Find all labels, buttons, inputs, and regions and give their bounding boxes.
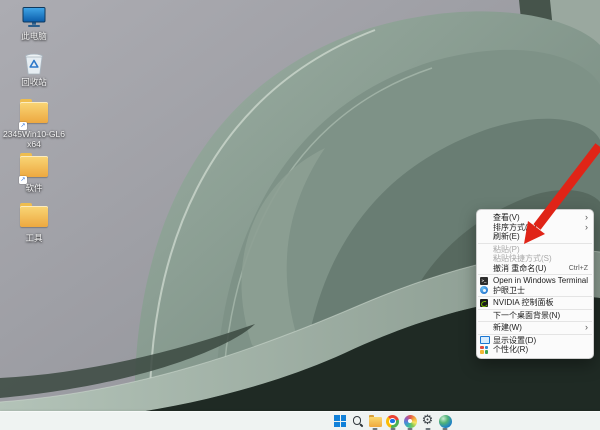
taskbar-icons: ⚙ [333, 414, 452, 429]
menu-item-personalize[interactable]: 个性化(R) [477, 345, 593, 355]
desktop-icon-recycle-bin[interactable]: 回收站 [3, 50, 65, 88]
taskbar-settings-button[interactable]: ⚙ [421, 414, 435, 429]
submenu-arrow-icon: › [585, 213, 588, 222]
start-icon-part [334, 422, 340, 428]
menu-item-eye-protect[interactable]: 护眼卫士 [477, 286, 593, 296]
desktop-icon-label: 回收站 [3, 78, 65, 88]
desktop-icons: 此电脑回收站↗2345Win10-GL6x64↗软件工具 [0, 0, 80, 400]
desktop-icon-folder-tools[interactable]: 工具 [3, 202, 65, 244]
nvidia-icon-part [480, 299, 488, 307]
personalize-icon-part [480, 350, 484, 354]
start-icon-part [334, 415, 340, 421]
folder-icon [369, 415, 382, 428]
menu-item-next-desktop-background[interactable]: 下一个桌面背景(N) [477, 311, 593, 321]
desktop-icon-this-pc[interactable]: 此电脑 [3, 4, 65, 42]
personalize-icon-part [480, 346, 488, 354]
folder-icon-part [369, 417, 382, 428]
folder-icon [20, 206, 48, 232]
shortcut-overlay-icon: ↗ [19, 176, 27, 184]
terminal-icon-part: >_ [480, 277, 488, 285]
nvidia-icon [480, 299, 493, 307]
desktop-icon-folder-soft[interactable]: ↗软件 [3, 152, 65, 194]
taskbar-edge-button[interactable] [438, 414, 452, 429]
menu-item-refresh[interactable]: 刷新(E) [477, 232, 593, 242]
desktop[interactable]: 此电脑回收站↗2345Win10-GL6x64↗软件工具 查看(V)›排序方式(… [0, 0, 600, 430]
taskbar-start-button[interactable] [333, 414, 347, 429]
folder-icon: ↗ [20, 102, 48, 128]
context-menu: 查看(V)›排序方式(O)›刷新(E)粘贴(P)粘贴快捷方式(S)撤消 重命名(… [476, 209, 594, 359]
gear-icon: ⚙ [422, 414, 434, 428]
taskbar-photos-button[interactable] [403, 414, 417, 429]
personalize-icon [480, 346, 493, 354]
photos-icon-part [404, 415, 417, 428]
folder-icon-part [20, 102, 48, 123]
menu-item-label: 新建(W) [493, 322, 581, 333]
menu-item-new[interactable]: 新建(W) › [477, 323, 593, 333]
display-icon [480, 336, 493, 344]
desktop-icon-label: 软件 [3, 184, 65, 194]
chrome-icon [386, 415, 399, 428]
submenu-arrow-icon: › [585, 323, 588, 332]
shortcut-overlay-icon: ↗ [19, 122, 27, 130]
taskbar-file-explorer-button[interactable] [368, 414, 382, 429]
menu-item-nvidia-control-panel[interactable]: NVIDIA 控制面板 [477, 298, 593, 308]
folder-icon: ↗ [20, 156, 48, 182]
terminal-icon: >_ [480, 277, 493, 285]
personalize-icon-part [480, 346, 484, 350]
edge-icon-part [439, 415, 452, 428]
menu-item-undo-rename[interactable]: 撤消 重命名(U) Ctrl+Z [477, 264, 593, 274]
desktop-icon-folder-2345win10[interactable]: ↗2345Win10-GL6x64 [3, 98, 65, 150]
eye-guard-icon [480, 286, 493, 294]
menu-separator [478, 274, 592, 275]
start-icon [334, 415, 346, 427]
photos-icon [404, 415, 417, 428]
start-icon-part [341, 415, 347, 421]
recycle-bin-icon [20, 50, 48, 76]
this-pc-icon-part [28, 25, 40, 27]
display-icon-part [480, 336, 489, 344]
desktop-icon-label: 此电脑 [3, 32, 65, 42]
recycle-bin-icon-part [26, 57, 42, 74]
menu-item-label: 撤消 重命名(U) [493, 263, 565, 274]
taskbar-search-button[interactable] [351, 414, 365, 429]
menu-item-shortcut: Ctrl+Z [569, 265, 588, 272]
start-icon-part [341, 422, 347, 428]
chrome-icon-part [386, 415, 399, 428]
this-pc-icon [20, 4, 48, 30]
menu-item-label: NVIDIA 控制面板 [493, 297, 588, 308]
menu-item-label: 个性化(R) [493, 344, 588, 355]
personalize-icon-part [485, 346, 489, 350]
edge-icon [439, 415, 452, 428]
gear-icon-part: ⚙ [422, 414, 434, 428]
desktop-icon-label: 工具 [3, 234, 65, 244]
menu-item-label: 护眼卫士 [493, 285, 588, 296]
folder-icon-part [20, 156, 48, 177]
taskbar-chrome-button[interactable] [386, 414, 400, 429]
menu-item-label: 刷新(E) [493, 231, 588, 242]
desktop-icon-label: 2345Win10-GL6x64 [3, 130, 65, 150]
recycle-bin-icon-part [20, 50, 48, 76]
this-pc-icon-part [23, 8, 45, 23]
this-pc-icon-part [20, 4, 48, 30]
search-icon-part [352, 415, 364, 427]
this-pc-icon-part [32, 23, 36, 25]
personalize-icon-part [485, 350, 489, 354]
taskbar: ⚙ [0, 411, 600, 430]
folder-icon-part [20, 206, 48, 227]
eye-guard-icon-part [480, 286, 488, 294]
start-icon-part [334, 415, 346, 427]
search-icon [352, 415, 364, 427]
menu-item-label: 下一个桌面背景(N) [493, 310, 588, 321]
